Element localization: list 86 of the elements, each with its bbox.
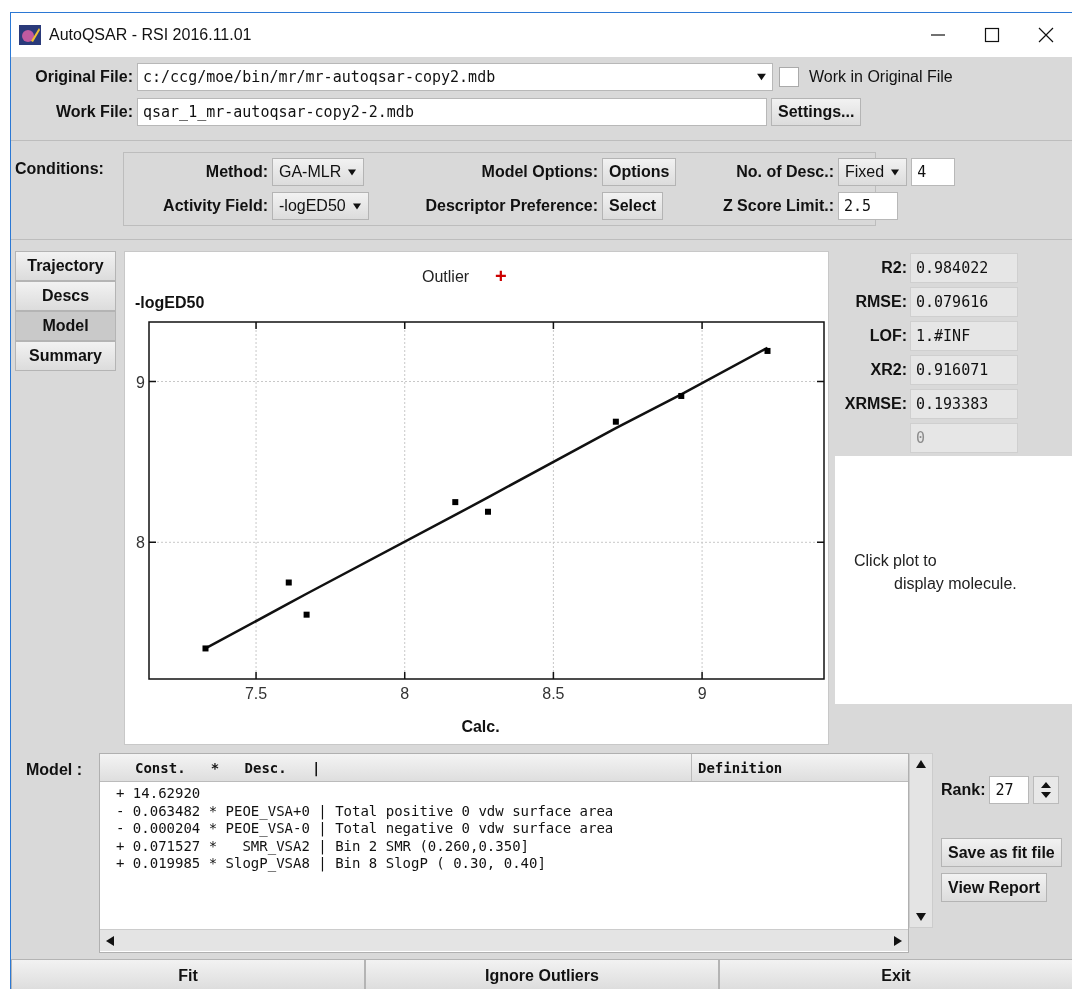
data-point — [764, 347, 771, 354]
tick-label: 8 — [400, 685, 410, 702]
stat-field: 0.079616 — [910, 287, 1018, 317]
stat-field: 0.916071 — [910, 355, 1018, 385]
close-icon[interactable] — [1038, 27, 1054, 43]
column-header: Const. * Desc. | — [100, 754, 692, 781]
caret-icon — [351, 201, 362, 211]
tick-label: 7.5 — [244, 685, 268, 702]
rank-field[interactable]: 27 — [989, 776, 1030, 804]
field-label: Z Score Limit.: — [721, 197, 834, 215]
model-term: + 14.62920 — [116, 785, 201, 803]
tab[interactable]: Descs — [15, 281, 116, 311]
field-label: Work File: — [54, 103, 133, 121]
stat-label: XR2: — [869, 361, 907, 379]
axis-title: Calc. — [461, 718, 500, 735]
dropdown[interactable]: Fixed — [838, 158, 908, 186]
stat-label: R2: — [880, 259, 907, 277]
tab[interactable]: Trajectory — [15, 251, 116, 281]
data-point — [452, 499, 459, 506]
action-button[interactable]: View Report — [941, 873, 1048, 902]
stat-label: RMSE: — [854, 293, 907, 311]
stat-label: LOF: — [868, 327, 907, 345]
model-term: - 0.063482 * PEOE_VSA+0 | Total positive 0 vdw surface area — [116, 802, 614, 820]
model-term: + 0.071527 * SMR_VSA2 | Bin 2 SMR (0.260,0.350] — [116, 837, 529, 855]
model-term: - 0.000204 * PEOE_VSA-0 | Total negative 0 vdw surface area — [116, 820, 614, 838]
stat-field: 1.#INF — [910, 321, 1018, 351]
settings-button[interactable]: Settings... — [771, 98, 862, 126]
tick-label: 9 — [697, 685, 707, 702]
data-point — [202, 645, 209, 652]
data-point — [678, 392, 685, 399]
tick-label: 8 — [136, 534, 145, 552]
work-file-field[interactable]: qsar_1_mr-autoqsar-copy2-2.mdb — [137, 98, 767, 126]
data-point — [285, 579, 292, 586]
data-point — [303, 611, 310, 618]
field-label: No. of Desc.: — [735, 163, 834, 181]
stat-field: 0.193383 — [910, 389, 1018, 419]
scroll-up-icon[interactable] — [915, 758, 927, 770]
dropdown[interactable]: -logED50 — [272, 192, 369, 220]
legend-marker: + — [495, 265, 507, 287]
tab[interactable]: Summary — [15, 341, 116, 371]
model-term: + 0.019985 * SlogP_VSA8 | Bin 8 SlogP ( 0.30, 0.40] — [116, 855, 546, 873]
tab[interactable]: Model — [15, 311, 116, 341]
horizontal-scrollbar[interactable] — [100, 929, 908, 951]
section-label: Conditions: — [15, 159, 105, 178]
number-field[interactable]: 4 — [911, 158, 956, 186]
field-label: Rank: — [941, 781, 986, 799]
field-label: Model Options: — [480, 163, 598, 181]
scroll-down-icon[interactable] — [915, 911, 927, 923]
data-point — [612, 418, 619, 425]
number-field[interactable]: 2.5 — [838, 192, 898, 220]
field-label: Original File: — [34, 68, 133, 86]
action-button[interactable]: Exit — [719, 959, 1072, 989]
option-button[interactable]: Options — [602, 158, 677, 186]
app-icon — [19, 25, 41, 45]
stat-label: XRMSE: — [843, 395, 907, 413]
section-label: Model : — [25, 760, 83, 780]
action-button[interactable]: Ignore Outliers — [365, 959, 719, 989]
checkbox[interactable] — [779, 67, 799, 87]
option-button[interactable]: Select — [602, 192, 664, 220]
window-title: AutoQSAR - RSI 2016.11.01 — [49, 26, 253, 44]
field-label: Method: — [204, 163, 268, 181]
caret-icon — [347, 167, 358, 177]
checkbox-label: Work in Original File — [809, 68, 953, 86]
column-header: Definition — [697, 759, 784, 778]
tick-label: 8.5 — [542, 685, 565, 702]
axis-title: -logED50 — [135, 294, 205, 311]
vertical-scrollbar[interactable] — [909, 753, 933, 928]
stat-field: 0.984022 — [910, 253, 1018, 283]
field-label: Descriptor Preference: — [424, 197, 598, 215]
caret-icon — [756, 72, 767, 82]
hint-text: Click plot to — [854, 552, 937, 570]
spinner-icon[interactable] — [1040, 780, 1053, 800]
tick-label: 9 — [136, 373, 145, 391]
file-combo[interactable]: c:/ccg/moe/bin/mr/mr-autoqsar-copy2.mdb — [137, 63, 773, 91]
stat-field: 0 — [910, 423, 1018, 453]
caret-icon — [890, 167, 901, 177]
maximize-icon[interactable] — [984, 27, 1000, 43]
field-label: Activity Field: — [162, 197, 268, 215]
action-button[interactable]: Save as fit file — [941, 838, 1062, 867]
legend-label: Outlier — [422, 268, 470, 285]
scroll-right-icon[interactable] — [892, 934, 904, 947]
hint-text: display molecule. — [894, 575, 1017, 593]
scroll-left-icon[interactable] — [104, 934, 116, 947]
dropdown[interactable]: GA-MLR — [272, 158, 365, 186]
action-button[interactable]: Fit — [11, 959, 365, 989]
data-point — [485, 508, 491, 515]
